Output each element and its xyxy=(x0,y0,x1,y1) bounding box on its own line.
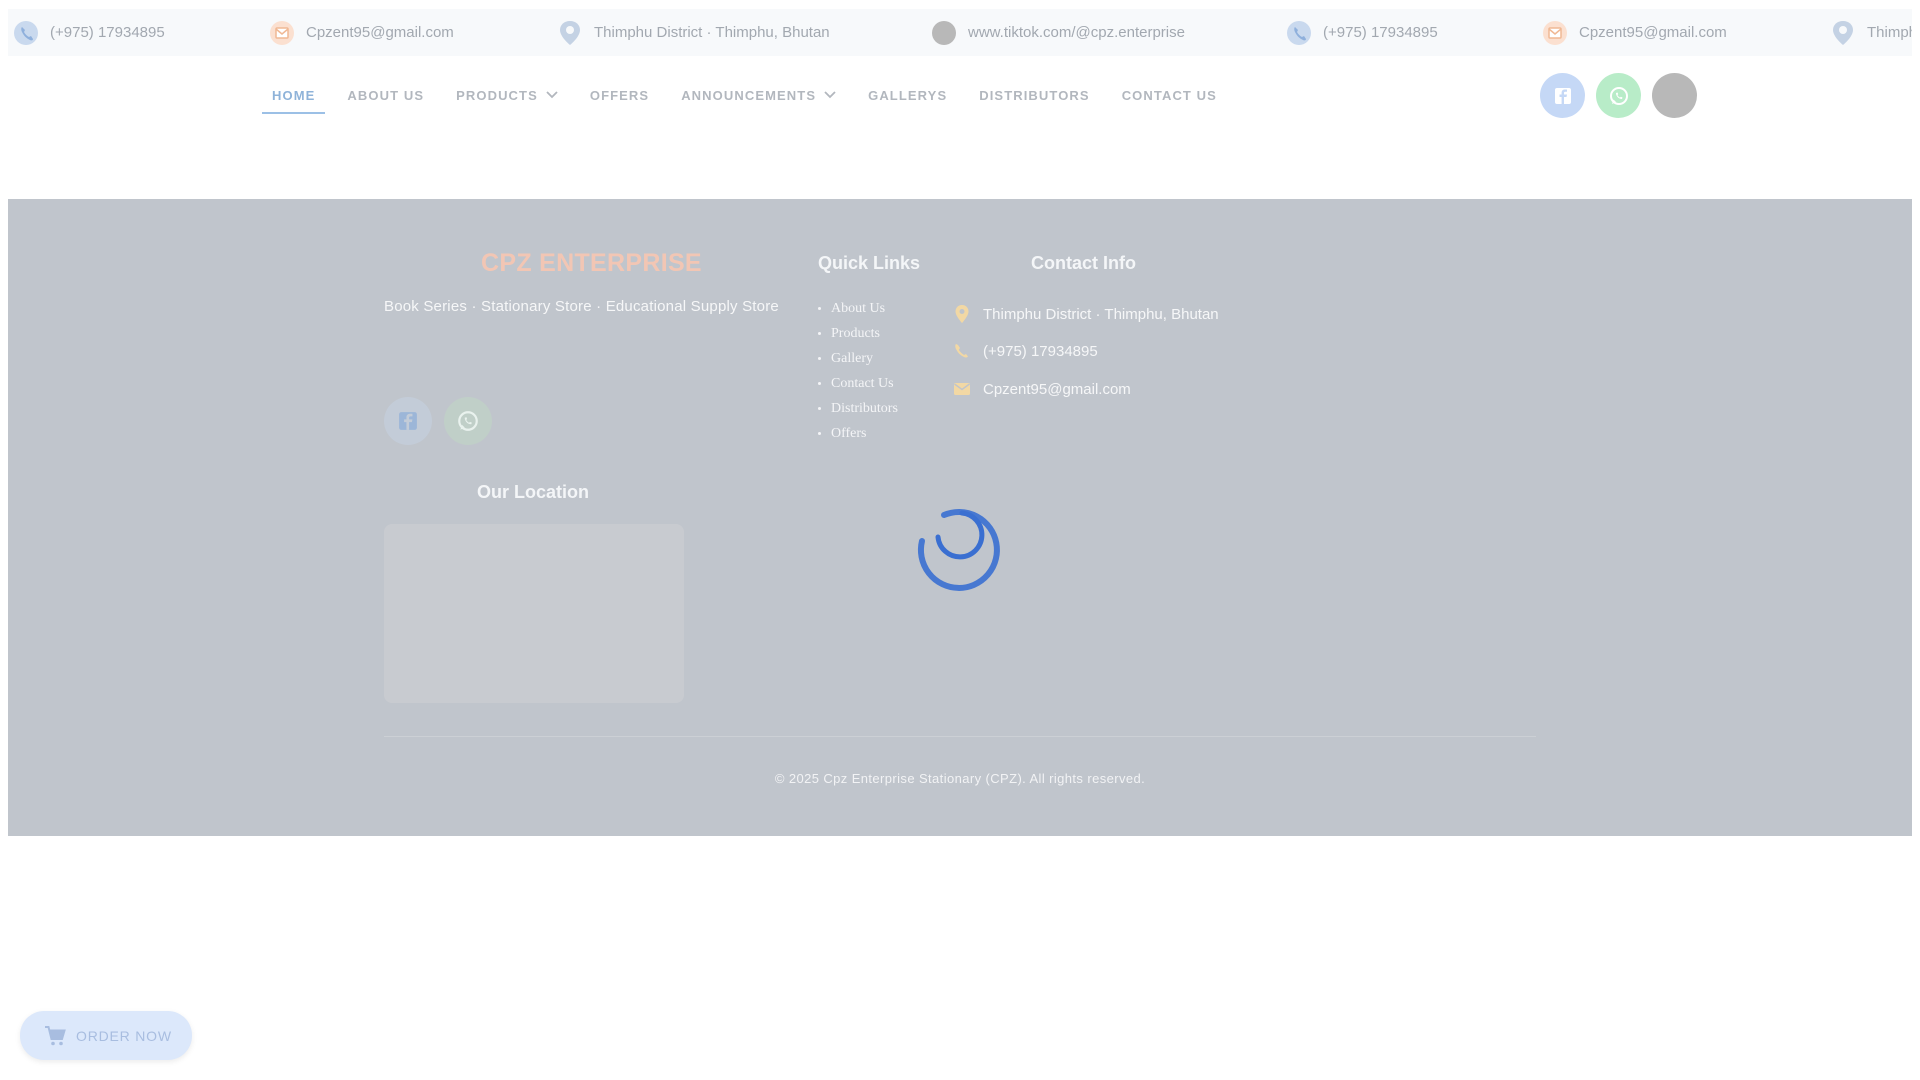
tiktok-button[interactable] xyxy=(1652,73,1697,118)
phone-icon xyxy=(14,20,38,45)
topbar-phone[interactable]: (+975) 17934895 xyxy=(14,20,270,46)
contact-email[interactable]: Cpzent95@gmail.com xyxy=(953,380,1131,398)
nav-products[interactable]: PRODUCTS xyxy=(446,78,568,114)
chevron-down-icon xyxy=(546,91,558,99)
footer-brand: CPZ ENTERPRISE xyxy=(481,249,702,277)
footer-tagline: Book Series · Stationary Store · Educati… xyxy=(384,298,779,315)
whatsapp-button[interactable] xyxy=(1596,73,1641,118)
location-map[interactable] xyxy=(384,524,684,703)
tiktok-icon xyxy=(932,20,956,45)
footer-whatsapp-button[interactable] xyxy=(444,397,492,445)
facebook-icon xyxy=(1554,87,1571,104)
quick-link-item[interactable]: Contact Us xyxy=(818,371,898,396)
top-info-bar: (+975) 17934895 Cpzent95@gmail.com Thimp… xyxy=(8,9,1912,56)
phone-icon xyxy=(1287,20,1311,45)
our-location-title: Our Location xyxy=(477,482,589,502)
location-icon xyxy=(1833,20,1853,45)
mail-icon xyxy=(954,383,970,395)
whatsapp-icon xyxy=(1609,86,1628,105)
nav-gallerys[interactable]: GALLERYS xyxy=(858,78,957,114)
location-icon xyxy=(560,20,580,45)
phone-icon xyxy=(955,344,968,358)
quick-link-item[interactable]: Gallery xyxy=(818,346,898,371)
mail-icon xyxy=(270,20,294,45)
facebook-button[interactable] xyxy=(1540,73,1585,118)
contact-address: Thimphu District · Thimphu, Bhutan xyxy=(953,304,1219,324)
contact-phone[interactable]: (+975) 17934895 xyxy=(953,342,1098,360)
nav-home[interactable]: HOME xyxy=(262,78,326,114)
quick-link-item[interactable]: About Us xyxy=(818,296,898,321)
top-info-track: (+975) 17934895 Cpzent95@gmail.com Thimp… xyxy=(14,9,1912,56)
copyright-text: © 2025 Cpz Enterprise Stationary (CPZ). … xyxy=(774,771,1146,786)
nav-about[interactable]: ABOUT US xyxy=(337,78,434,114)
quick-link-item[interactable]: Products xyxy=(818,321,898,346)
main-nav: HOME ABOUT US PRODUCTS OFFERS ANNOUNCEME… xyxy=(262,78,1227,114)
loading-spinner-icon xyxy=(917,508,1000,591)
quick-link-item[interactable]: Distributors xyxy=(818,396,898,421)
nav-announcements-label: ANNOUNCEMENTS xyxy=(681,88,817,103)
mail-icon xyxy=(1543,20,1567,45)
topbar-address[interactable]: Thimph xyxy=(1831,19,1912,47)
quick-links-list: About Us Products Gallery Contact Us Dis… xyxy=(818,296,898,446)
topbar-email[interactable]: Cpzent95@gmail.com xyxy=(270,20,558,46)
topbar-address[interactable]: Thimphu District · Thimphu, Bhutan xyxy=(558,19,932,47)
nav-distributors[interactable]: DISTRIBUTORS xyxy=(969,78,1099,114)
facebook-icon xyxy=(399,412,417,430)
nav-contact[interactable]: CONTACT US xyxy=(1112,78,1227,114)
topbar-email[interactable]: Cpzent95@gmail.com xyxy=(1543,20,1831,46)
order-now-label: ORDER NOW xyxy=(76,1027,172,1044)
chevron-down-icon xyxy=(824,91,836,99)
footer-overlay: CPZ ENTERPRISE Book Series · Stationary … xyxy=(8,199,1912,836)
nav-announcements[interactable]: ANNOUNCEMENTS xyxy=(671,78,846,114)
nav-offers[interactable]: OFFERS xyxy=(580,78,659,114)
topbar-tiktok[interactable]: www.tiktok.com/@cpz.enterprise xyxy=(932,20,1287,46)
location-icon xyxy=(955,305,969,323)
header-social xyxy=(1540,73,1697,118)
quick-links-title: Quick Links xyxy=(818,253,921,273)
cart-icon xyxy=(45,1025,66,1045)
contact-info-title: Contact Info xyxy=(1031,253,1136,273)
order-now-button[interactable]: ORDER NOW xyxy=(20,1011,192,1060)
nav-products-label: PRODUCTS xyxy=(456,88,538,103)
footer-social xyxy=(384,397,492,445)
footer-facebook-button[interactable] xyxy=(384,397,432,445)
page: (+975) 17934895 Cpzent95@gmail.com Thimp… xyxy=(0,0,1920,1080)
footer-divider xyxy=(384,736,1536,737)
quick-link-item[interactable]: Offers xyxy=(818,421,898,446)
whatsapp-icon xyxy=(458,411,478,431)
topbar-phone[interactable]: (+975) 17934895 xyxy=(1287,20,1543,46)
